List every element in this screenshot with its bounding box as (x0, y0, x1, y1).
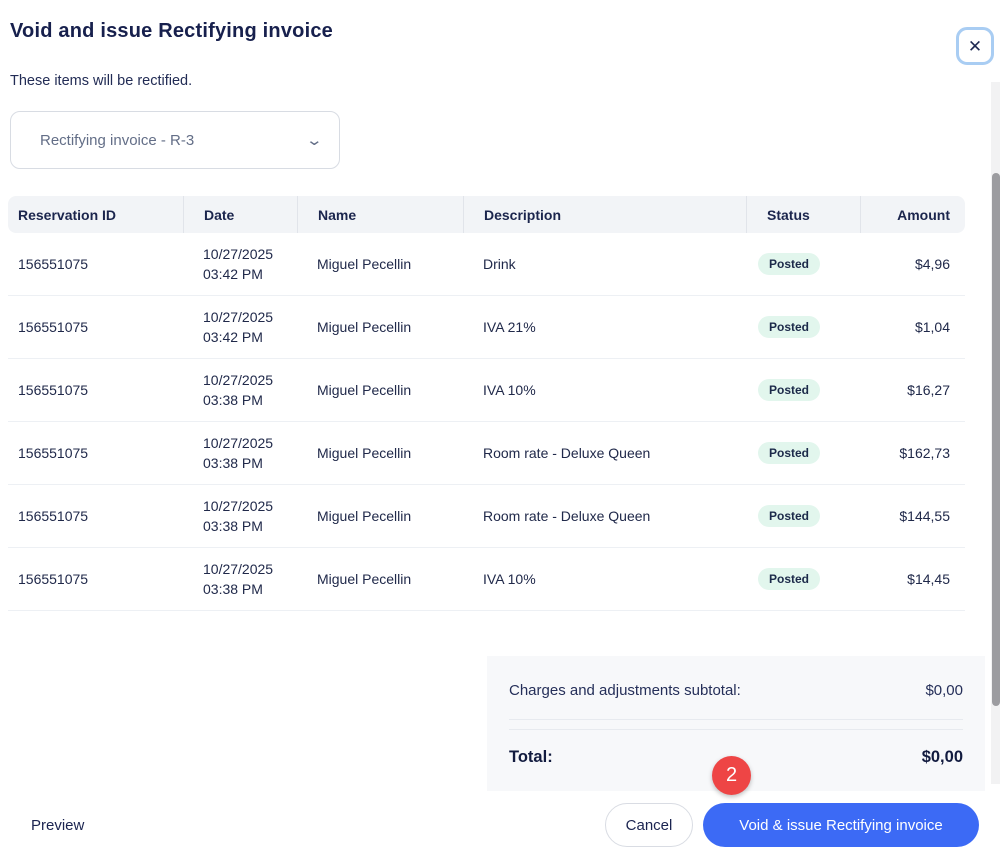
cell-reservation-id: 156551075 (8, 571, 183, 587)
total-label: Total: (509, 748, 553, 767)
cell-status: Posted (746, 568, 860, 590)
cell-time-value: 03:38 PM (203, 390, 263, 410)
cell-reservation-id: 156551075 (8, 382, 183, 398)
column-header-amount: Amount (860, 196, 965, 233)
status-badge: Posted (758, 316, 820, 338)
table-row: 156551075 10/27/2025 03:42 PM Miguel Pec… (8, 233, 965, 296)
table-row: 156551075 10/27/2025 03:42 PM Miguel Pec… (8, 296, 965, 359)
cell-amount: $1,04 (860, 319, 965, 335)
cell-description: IVA 21% (463, 319, 746, 335)
column-header-status: Status (746, 196, 860, 233)
close-button[interactable]: ✕ (956, 27, 994, 65)
status-badge: Posted (758, 442, 820, 464)
page-title: Void and issue Rectifying invoice (10, 20, 1000, 43)
summary-divider (509, 719, 963, 730)
cell-reservation-id: 156551075 (8, 256, 183, 272)
status-badge: Posted (758, 568, 820, 590)
table-row: 156551075 10/27/2025 03:38 PM Miguel Pec… (8, 422, 965, 485)
cell-name: Miguel Pecellin (297, 319, 463, 335)
cell-date-value: 10/27/2025 (203, 244, 273, 264)
table-row: 156551075 10/27/2025 03:38 PM Miguel Pec… (8, 359, 965, 422)
cell-time-value: 03:42 PM (203, 264, 263, 284)
cell-description: IVA 10% (463, 382, 746, 398)
preview-link[interactable]: Preview (31, 817, 84, 834)
cell-description: Drink (463, 256, 746, 272)
cell-reservation-id: 156551075 (8, 445, 183, 461)
modal-subtitle: These items will be rectified. (10, 73, 1000, 89)
void-issue-rectifying-invoice-button[interactable]: Void & issue Rectifying invoice (703, 803, 979, 847)
cell-date-value: 10/27/2025 (203, 496, 273, 516)
subtotal-row: Charges and adjustments subtotal: $0,00 (487, 656, 985, 719)
cell-description: Room rate - Deluxe Queen (463, 508, 746, 524)
cell-time-value: 03:38 PM (203, 516, 263, 536)
column-header-reservation-id: Reservation ID (8, 196, 183, 233)
cell-date: 10/27/2025 03:38 PM (183, 559, 297, 599)
rectifying-invoice-select[interactable]: Rectifying invoice - R-3 ⌄ (10, 111, 340, 169)
cell-name: Miguel Pecellin (297, 571, 463, 587)
cell-status: Posted (746, 316, 860, 338)
rectified-items-table: Reservation ID Date Name Description Sta… (8, 196, 965, 611)
cell-time-value: 03:38 PM (203, 453, 263, 473)
cell-date-value: 10/27/2025 (203, 559, 273, 579)
status-badge: Posted (758, 505, 820, 527)
column-header-name: Name (297, 196, 463, 233)
cell-date: 10/27/2025 03:38 PM (183, 433, 297, 473)
cell-reservation-id: 156551075 (8, 508, 183, 524)
cell-status: Posted (746, 505, 860, 527)
status-badge: Posted (758, 253, 820, 275)
table-header-row: Reservation ID Date Name Description Sta… (8, 196, 965, 233)
cell-status: Posted (746, 442, 860, 464)
cancel-button[interactable]: Cancel (605, 803, 693, 847)
chevron-down-icon: ⌄ (306, 131, 324, 149)
column-header-date: Date (183, 196, 297, 233)
cell-name: Miguel Pecellin (297, 445, 463, 461)
cell-date: 10/27/2025 03:38 PM (183, 370, 297, 410)
cell-status: Posted (746, 253, 860, 275)
close-icon: ✕ (968, 38, 982, 55)
scrollbar-thumb[interactable] (992, 173, 1000, 706)
cell-name: Miguel Pecellin (297, 508, 463, 524)
status-badge: Posted (758, 379, 820, 401)
subtotal-label: Charges and adjustments subtotal: (509, 682, 741, 699)
cell-name: Miguel Pecellin (297, 382, 463, 398)
cell-status: Posted (746, 379, 860, 401)
cell-amount: $16,27 (860, 382, 965, 398)
total-value: $0,00 (922, 748, 963, 767)
table-body: 156551075 10/27/2025 03:42 PM Miguel Pec… (8, 233, 965, 611)
cell-date: 10/27/2025 03:42 PM (183, 244, 297, 284)
footer: Preview Cancel Void & issue Rectifying i… (0, 803, 1000, 847)
cell-date: 10/27/2025 03:42 PM (183, 307, 297, 347)
cell-date-value: 10/27/2025 (203, 370, 273, 390)
cell-amount: $162,73 (860, 445, 965, 461)
cell-description: IVA 10% (463, 571, 746, 587)
column-header-description: Description (463, 196, 746, 233)
table-row: 156551075 10/27/2025 03:38 PM Miguel Pec… (8, 485, 965, 548)
table-row: 156551075 10/27/2025 03:38 PM Miguel Pec… (8, 548, 965, 611)
step-badge: 2 (712, 756, 751, 795)
cell-name: Miguel Pecellin (297, 256, 463, 272)
subtotal-value: $0,00 (925, 682, 963, 699)
cell-date: 10/27/2025 03:38 PM (183, 496, 297, 536)
cell-time-value: 03:42 PM (203, 327, 263, 347)
cell-amount: $14,45 (860, 571, 965, 587)
cell-reservation-id: 156551075 (8, 319, 183, 335)
cell-amount: $4,96 (860, 256, 965, 272)
select-value: Rectifying invoice - R-3 (40, 132, 308, 149)
cell-amount: $144,55 (860, 508, 965, 524)
cell-description: Room rate - Deluxe Queen (463, 445, 746, 461)
cell-date-value: 10/27/2025 (203, 307, 273, 327)
cell-time-value: 03:38 PM (203, 579, 263, 599)
cell-date-value: 10/27/2025 (203, 433, 273, 453)
